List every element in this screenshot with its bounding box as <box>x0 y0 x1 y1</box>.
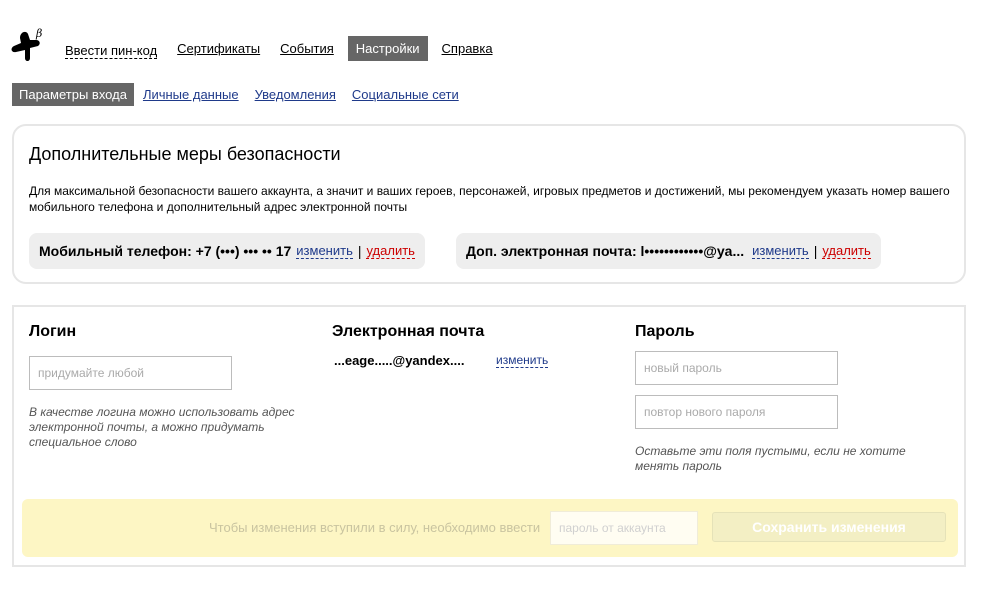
email-value: ...eage.....@yandex.... <box>334 353 465 368</box>
phone-delete-link[interactable]: удалить <box>366 243 415 259</box>
login-hint: В качестве логина можно использовать адр… <box>29 405 295 449</box>
login-title: Логин <box>29 323 77 340</box>
email-change-link[interactable]: изменить <box>496 353 549 368</box>
extra-email-separator: | <box>813 243 818 259</box>
extra-email-pill: Доп. электронная почта: l••••••••••••@ya… <box>456 233 881 269</box>
phone-change-link[interactable]: изменить <box>296 243 353 259</box>
phone-label: Мобильный телефон: +7 (•••) ••• •• 17 <box>39 243 292 259</box>
settings-sub-nav: Параметры входа Личные данные Уведомлени… <box>12 82 475 106</box>
nav-settings[interactable]: Настройки <box>347 35 428 61</box>
nav-certificates[interactable]: Сертификаты <box>177 36 260 61</box>
beta-mark: β <box>35 27 42 40</box>
tab-personal-data[interactable]: Личные данные <box>143 87 239 102</box>
repeat-password-input[interactable] <box>635 395 838 429</box>
tab-social-networks[interactable]: Социальные сети <box>352 87 459 102</box>
extra-email-delete-link[interactable]: удалить <box>822 243 871 259</box>
beta-logo-icon[interactable]: β <box>10 26 46 66</box>
login-settings-form: Логин В качестве логина можно использова… <box>12 305 966 567</box>
password-title: Пароль <box>635 323 695 340</box>
new-password-input[interactable] <box>635 351 838 385</box>
nav-help[interactable]: Справка <box>442 36 493 61</box>
password-hint: Оставьте эти поля пустыми, если не хотит… <box>635 444 906 473</box>
phone-separator: | <box>357 243 362 259</box>
tab-login-params[interactable]: Параметры входа <box>12 82 134 106</box>
security-description: Для максимальной безопасности вашего акк… <box>29 184 950 214</box>
account-password-input[interactable] <box>550 511 698 545</box>
save-changes-button[interactable]: Сохранить изменения <box>712 512 946 542</box>
extra-email-label: Доп. электронная почта: l••••••••••••@ya… <box>466 243 745 259</box>
save-bar: Чтобы изменения вступили в силу, необход… <box>22 499 958 557</box>
tab-notifications[interactable]: Уведомления <box>255 87 336 102</box>
phone-pill: Мобильный телефон: +7 (•••) ••• •• 17 из… <box>29 233 425 269</box>
login-input[interactable] <box>29 356 232 390</box>
nav-enter-pin[interactable]: Ввести пин-код <box>65 38 158 59</box>
email-title: Электронная почта <box>332 323 485 340</box>
security-title: Дополнительные меры безопасности <box>29 144 341 164</box>
save-note: Чтобы изменения вступили в силу, необход… <box>209 520 541 535</box>
top-nav: Ввести пин-код Сертификаты События Настр… <box>55 35 503 61</box>
security-panel: Дополнительные меры безопасности Для мак… <box>12 124 966 284</box>
nav-events[interactable]: События <box>280 36 334 61</box>
extra-email-change-link[interactable]: изменить <box>752 243 809 259</box>
